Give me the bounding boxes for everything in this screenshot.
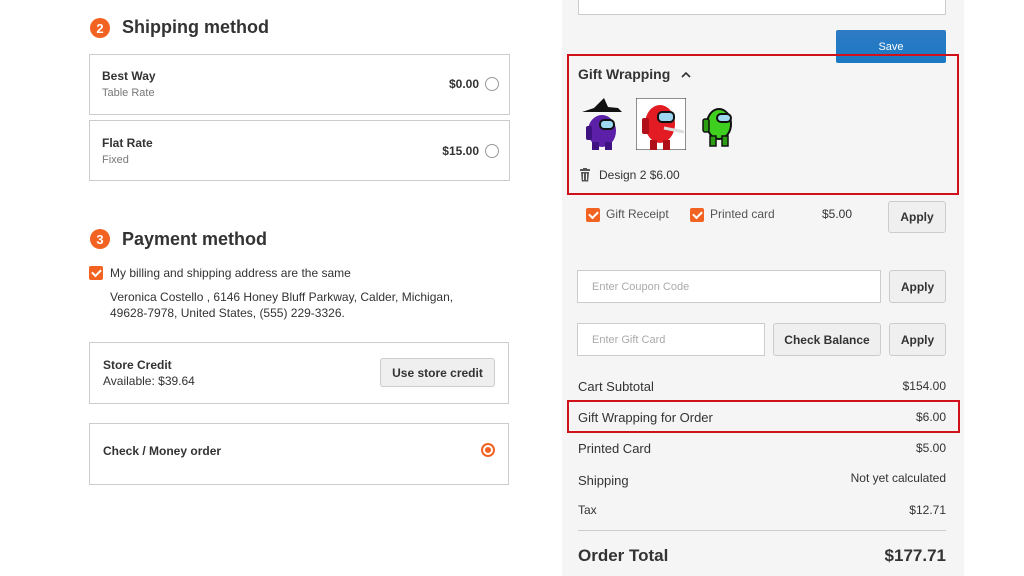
chevron-up-icon[interactable]	[680, 68, 692, 80]
printed-card-label: Printed card	[710, 207, 775, 221]
selected-gift-design: Design 2 $6.00	[599, 168, 680, 182]
check-balance-button[interactable]: Check Balance	[773, 323, 881, 356]
totals-row-label: Tax	[578, 503, 597, 517]
totals-row-value: $12.71	[909, 503, 946, 517]
gift-wrap-design-1[interactable]	[578, 98, 626, 150]
coupon-code-input[interactable]: Enter Coupon Code	[577, 270, 881, 303]
shipping-option-name: Best Way	[102, 69, 156, 83]
totals-row-value: $6.00	[915, 410, 946, 424]
printed-card-price: $5.00	[822, 207, 853, 221]
totals-row-label: Shipping	[578, 473, 629, 488]
totals-row-value: $154.00	[902, 379, 946, 393]
gift-wrap-design-2[interactable]	[635, 97, 687, 151]
payment-option-radio[interactable]	[481, 443, 495, 457]
gift-wrapping-title[interactable]: Gift Wrapping	[578, 66, 670, 82]
order-total-value: $177.71	[884, 546, 946, 565]
gift-receipt-checkbox[interactable]	[586, 208, 600, 222]
gift-receipt-label: Gift Receipt	[606, 207, 669, 221]
totals-row-value: $5.00	[915, 441, 946, 455]
gift-card-input[interactable]: Enter Gift Card	[577, 323, 765, 356]
payment-option-label: Check / Money order	[103, 444, 222, 458]
shipping-option-carrier: Fixed	[102, 154, 129, 166]
step-number-shipping: 2	[90, 18, 110, 38]
totals-divider	[578, 530, 946, 531]
shipping-option-flat-rate[interactable]: Flat Rate Fixed $15.00	[89, 120, 510, 181]
shipping-option-name: Flat Rate	[102, 136, 153, 150]
totals-row-label: Gift Wrapping for Order	[578, 410, 713, 425]
store-credit-panel: Store Credit Available: $39.64 Use store…	[89, 342, 509, 404]
use-store-credit-button[interactable]: Use store credit	[380, 358, 495, 387]
payment-option-check-money[interactable]: Check / Money order	[89, 423, 509, 485]
address-input-partial[interactable]	[578, 0, 946, 15]
apply-coupon-button[interactable]: Apply	[889, 270, 946, 303]
shipping-option-price: $15.00	[442, 144, 479, 158]
shipping-option-carrier: Table Rate	[102, 87, 155, 99]
order-total-label: Order Total	[578, 546, 669, 565]
totals-row-label: Printed Card	[578, 441, 651, 456]
same-address-label: My billing and shipping address are the …	[110, 266, 351, 280]
gift-wrap-design-3[interactable]	[700, 102, 738, 148]
shipping-method-title: Shipping method	[122, 17, 269, 37]
billing-address-line1: Veronica Costello , 6146 Honey Bluff Par…	[110, 290, 454, 304]
step-number-payment: 3	[90, 229, 110, 249]
printed-card-checkbox[interactable]	[690, 208, 704, 222]
shipping-option-radio[interactable]	[485, 144, 499, 158]
shipping-option-price: $0.00	[448, 77, 479, 91]
shipping-option-radio[interactable]	[485, 77, 499, 91]
store-credit-available: Available: $39.64	[103, 374, 195, 388]
same-address-checkbox[interactable]	[89, 266, 103, 280]
apply-gift-card-button[interactable]: Apply	[889, 323, 946, 356]
shipping-option-best-way[interactable]: Best Way Table Rate $0.00	[89, 54, 510, 115]
totals-row-label: Cart Subtotal	[578, 379, 654, 394]
payment-method-title: Payment method	[122, 229, 268, 249]
apply-gift-options-button[interactable]: Apply	[888, 201, 946, 233]
totals-row-value: Not yet calculated	[850, 471, 946, 485]
trash-icon[interactable]	[579, 168, 591, 182]
billing-address-line2: 49628-7978, United States, (555) 229-332…	[110, 306, 345, 320]
store-credit-title: Store Credit	[103, 358, 172, 372]
